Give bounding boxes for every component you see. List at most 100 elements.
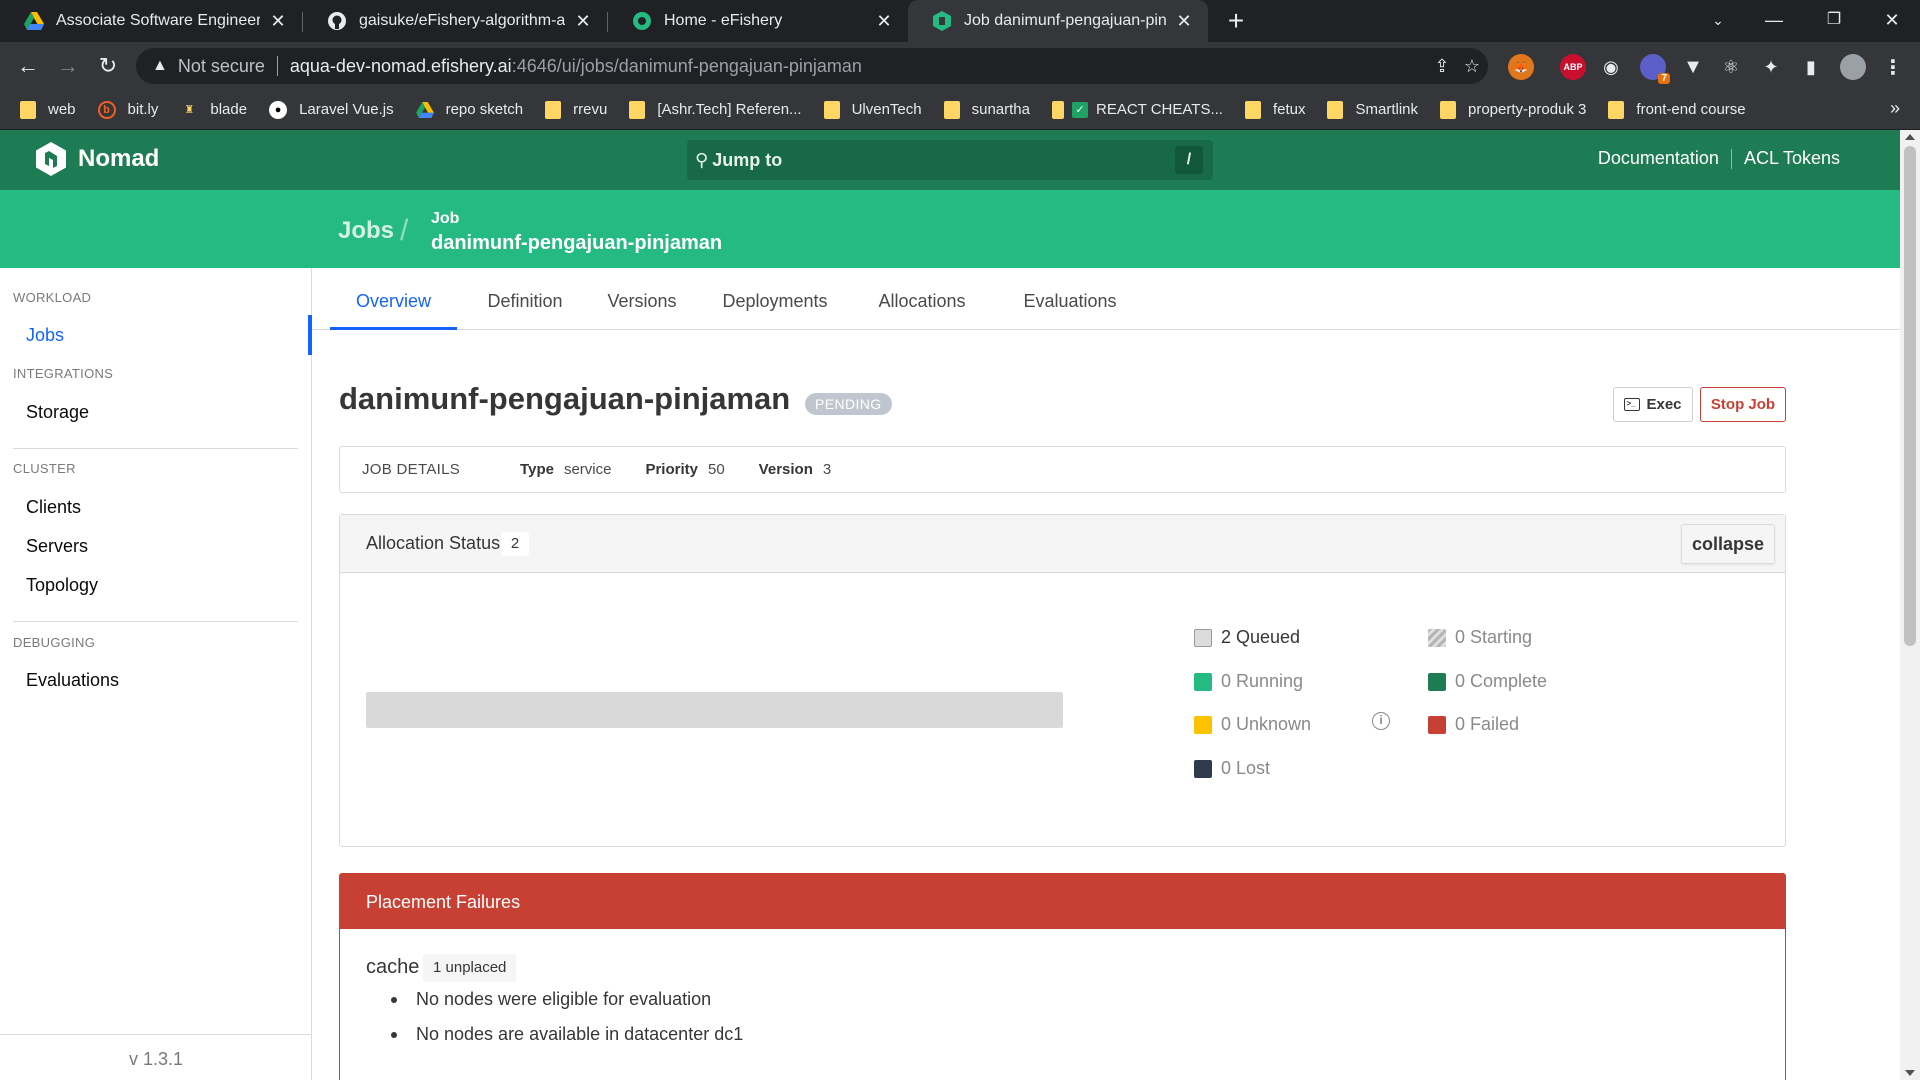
drive-icon [415, 101, 434, 119]
scroll-up-arrow-icon[interactable] [1905, 134, 1915, 140]
bookmark-item[interactable]: web [20, 100, 76, 119]
bookmark-item[interactable]: ♜ blade [180, 101, 247, 119]
tab-versions[interactable]: Versions [597, 268, 687, 330]
warning-icon: ▲ [152, 57, 168, 74]
folder-icon [1327, 100, 1344, 119]
reload-icon[interactable]: ↻ [92, 50, 124, 82]
unplaced-tag: 1 unplaced [423, 954, 517, 982]
tab-overview[interactable]: Overview [330, 268, 457, 330]
efishery-icon [632, 11, 652, 31]
camera-icon[interactable]: ◉ [1598, 54, 1624, 80]
browser-menu-icon[interactable]: ⋮ [1880, 54, 1906, 80]
page-scrollbar[interactable] [1900, 130, 1920, 1080]
breadcrumb-jobs-link[interactable]: Jobs [338, 217, 394, 245]
profile-avatar[interactable] [1840, 54, 1866, 80]
minimize-icon[interactable]: — [1746, 0, 1802, 42]
tab-evaluations[interactable]: Evaluations [1006, 268, 1134, 330]
legend-complete[interactable]: 0 Complete [1428, 671, 1547, 692]
bookmark-item[interactable]: UlvenTech [823, 100, 922, 119]
legend-unknown[interactable]: 0 Unknown [1194, 714, 1311, 735]
legend-failed[interactable]: 0 Failed [1428, 714, 1519, 735]
check-icon: ✓ [1071, 101, 1088, 118]
sidebar-item-evaluations[interactable]: Evaluations [26, 670, 119, 691]
collapse-button[interactable]: collapse [1681, 524, 1775, 564]
browser-tab-1[interactable]: Associate Software Engineer Asso ✕ [0, 0, 302, 42]
exec-button[interactable]: >_ Exec [1613, 387, 1693, 422]
bookmark-star-icon[interactable]: ☆ [1456, 48, 1488, 84]
bookmark-label: repo sketch [445, 101, 524, 118]
divider [276, 56, 278, 76]
vue-devtools-icon[interactable]: ▼ [1680, 54, 1706, 80]
scroll-down-arrow-icon[interactable] [1905, 1070, 1915, 1076]
scroll-thumb[interactable] [1904, 146, 1916, 646]
jump-to-search[interactable]: ⚲ Jump to / [687, 140, 1213, 180]
tab-allocations[interactable]: Allocations [862, 268, 982, 330]
metamask-icon[interactable]: 🦊 [1508, 54, 1534, 80]
extension-badge-icon[interactable]: 7 [1640, 54, 1670, 84]
extensions-puzzle-icon[interactable]: ✦ [1758, 54, 1784, 80]
sidebar-item-jobs[interactable]: Jobs [26, 325, 64, 346]
sidebar-item-topology[interactable]: Topology [26, 575, 98, 596]
share-icon[interactable]: ⇪ [1426, 48, 1458, 84]
forward-icon[interactable]: → [52, 50, 84, 82]
legend-queued[interactable]: 2 Queued [1194, 627, 1300, 648]
react-devtools-icon[interactable]: ⚛ [1718, 54, 1744, 80]
info-icon[interactable]: i [1372, 712, 1390, 730]
placement-failures-title: Placement Failures [366, 892, 521, 912]
sidebar-item-storage[interactable]: Storage [26, 402, 89, 423]
side-panel-icon[interactable]: ▮ [1798, 54, 1824, 80]
restore-icon[interactable]: ❐ [1806, 0, 1862, 42]
lost-swatch [1194, 759, 1212, 778]
browser-tab-3[interactable]: Home - eFishery ✕ [608, 0, 908, 42]
placement-failures-header: Placement Failures [340, 874, 1785, 929]
close-tab-icon[interactable]: ✕ [268, 11, 288, 32]
close-tab-icon[interactable]: ✕ [874, 11, 894, 32]
breadcrumb-job-name[interactable]: danimunf-pengajuan-pinjaman [431, 232, 722, 255]
sidebar-section-debugging: DEBUGGING [13, 635, 96, 650]
stop-job-button[interactable]: Stop Job [1700, 387, 1786, 422]
bookmark-item[interactable]: b bit.ly [97, 100, 159, 119]
bookmark-item[interactable]: rrevu [545, 100, 607, 119]
sidebar-item-clients[interactable]: Clients [26, 497, 81, 518]
legend-starting[interactable]: 0 Starting [1428, 627, 1532, 648]
bookmark-item[interactable]: [Ashr.Tech] Referen... [629, 100, 802, 119]
bookmark-item[interactable]: Smartlink [1327, 100, 1418, 119]
bookmark-item[interactable]: sunartha [943, 100, 1030, 119]
legend-running[interactable]: 0 Running [1194, 671, 1303, 692]
bookmark-item[interactable]: fetux [1244, 100, 1305, 119]
documentation-link[interactable]: Documentation [1598, 148, 1719, 169]
tab-search-icon[interactable]: ⌄ [1690, 0, 1746, 42]
bookmarks-overflow-icon[interactable]: » [1890, 98, 1900, 119]
address-bar[interactable]: ▲ Not secure aqua-dev-nomad.efishery.ai … [136, 48, 1488, 84]
legend-label: 0 Failed [1455, 714, 1520, 734]
browser-tab-title: Associate Software Engineer Asso [56, 12, 260, 29]
legend-label: 0 Complete [1455, 671, 1548, 691]
bookmark-item[interactable]: repo sketch [415, 101, 524, 119]
bookmark-item[interactable]: ● Laravel Vue.js [269, 100, 394, 119]
tab-deployments[interactable]: Deployments [710, 268, 840, 330]
nomad-logo[interactable]: Nomad [36, 142, 159, 176]
bookmark-item[interactable]: property-produk 3 [1440, 100, 1586, 119]
allocation-status-bar[interactable] [366, 692, 1063, 728]
tab-definition[interactable]: Definition [475, 268, 575, 330]
sidebar-section-cluster: CLUSTER [13, 461, 76, 476]
acl-tokens-link[interactable]: ACL Tokens [1744, 148, 1840, 169]
adblock-icon[interactable]: ABP [1560, 54, 1586, 80]
allocation-status-header: Allocation Status 2 collapse [340, 515, 1785, 573]
close-tab-icon[interactable]: ✕ [1174, 11, 1194, 32]
legend-lost[interactable]: 0 Lost [1194, 758, 1270, 779]
folder-icon [1608, 100, 1625, 119]
github-icon [327, 11, 347, 31]
browser-tab-2[interactable]: gaisuke/eFishery-algorithm-asse ✕ [303, 0, 607, 42]
close-tab-icon[interactable]: ✕ [573, 11, 593, 32]
sidebar-item-servers[interactable]: Servers [26, 536, 88, 557]
close-window-icon[interactable]: ✕ [1864, 0, 1920, 42]
back-icon[interactable]: ← [12, 50, 44, 82]
browser-tab-4-active[interactable]: Job danimunf-pengajuan-pinjam ✕ [908, 0, 1208, 42]
bookmark-label: bit.ly [127, 101, 159, 118]
bookmark-item[interactable]: front-end course [1608, 100, 1746, 119]
failure-reason: No nodes are available in datacenter dc1 [416, 1024, 744, 1044]
bookmark-item[interactable]: ✓ REACT CHEATS... [1051, 100, 1223, 119]
new-tab-icon[interactable]: + [1220, 6, 1252, 38]
exec-button-label: Exec [1646, 396, 1682, 413]
